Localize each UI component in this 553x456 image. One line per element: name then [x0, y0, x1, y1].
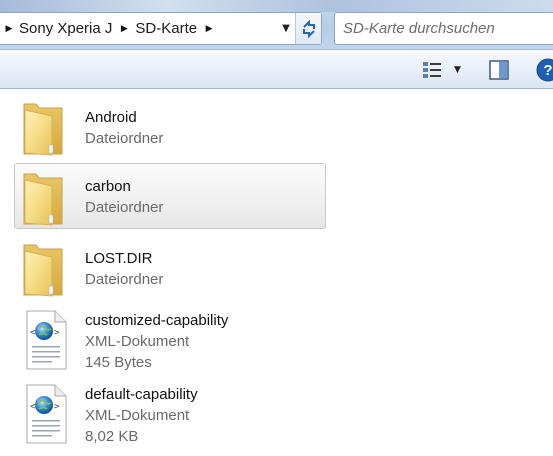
title-strip: ▶ Sony Xperia J ▶ SD-Karte ▶ ▼ [0, 0, 553, 49]
file-type: XML-Dokument [85, 407, 190, 424]
file-type: Dateiordner [85, 271, 164, 288]
svg-text:<: < [30, 328, 36, 338]
breadcrumb-root-arrow-icon[interactable]: ▶ [2, 13, 16, 44]
address-bar[interactable]: ▶ Sony Xperia J ▶ SD-Karte ▶ ▼ [0, 12, 322, 45]
folder-icon [23, 173, 63, 226]
help-icon: ? [536, 58, 553, 82]
file-item-customized-capability[interactable]: < > customized-capability XML-Dokument 1… [14, 306, 326, 374]
xml-document-icon: < > [26, 310, 67, 370]
window-title-band [0, 0, 553, 12]
preview-pane-icon [489, 60, 509, 80]
file-item-android[interactable]: Android Dateiordner [14, 93, 326, 157]
breadcrumb-next-arrow-icon[interactable]: ▶ [201, 13, 217, 44]
svg-text:>: > [54, 328, 60, 338]
svg-text:<: < [30, 402, 36, 412]
file-name: LOST.DIR [85, 250, 153, 267]
file-item-lost-dir[interactable]: LOST.DIR Dateiordner [14, 234, 326, 298]
help-button[interactable]: ? [536, 58, 553, 82]
search-input[interactable] [343, 20, 543, 37]
breadcrumb-item-sd-card[interactable]: SD-Karte [132, 20, 201, 37]
preview-pane-button[interactable] [488, 59, 510, 81]
file-name: customized-capability [85, 312, 229, 329]
change-view-button[interactable]: ▼ [418, 58, 470, 82]
file-name: default-capability [85, 386, 198, 403]
file-name: Android [85, 109, 137, 126]
file-type: Dateiordner [85, 199, 164, 216]
folder-icon [23, 244, 63, 297]
file-item-default-capability[interactable]: < > default-capability XML-Dokument 8,02… [14, 380, 326, 448]
file-size: 8,02 KB [85, 428, 139, 445]
svg-text:>: > [54, 402, 60, 412]
file-item-carbon[interactable]: carbon Dateiordner [14, 163, 326, 229]
refresh-button[interactable] [295, 13, 321, 44]
file-name: carbon [85, 178, 131, 195]
file-type: Dateiordner [85, 130, 164, 147]
change-view-chevron-icon[interactable]: ▼ [454, 65, 461, 75]
svg-text:?: ? [543, 62, 552, 79]
xml-document-icon: < > [26, 384, 67, 444]
address-dropdown-icon[interactable]: ▼ [277, 13, 295, 44]
refresh-icon [302, 19, 315, 38]
file-size: 145 Bytes [85, 354, 152, 371]
search-box[interactable] [334, 12, 553, 45]
change-view-icon [423, 62, 441, 78]
command-bar: ▼ ? [0, 49, 553, 89]
file-list: Android Dateiordner carbon Dateiordner L… [0, 89, 553, 456]
breadcrumb-separator-arrow-icon[interactable]: ▶ [116, 13, 132, 44]
breadcrumb-item-device[interactable]: Sony Xperia J [16, 20, 116, 37]
folder-icon [23, 103, 63, 156]
file-type: XML-Dokument [85, 333, 190, 350]
